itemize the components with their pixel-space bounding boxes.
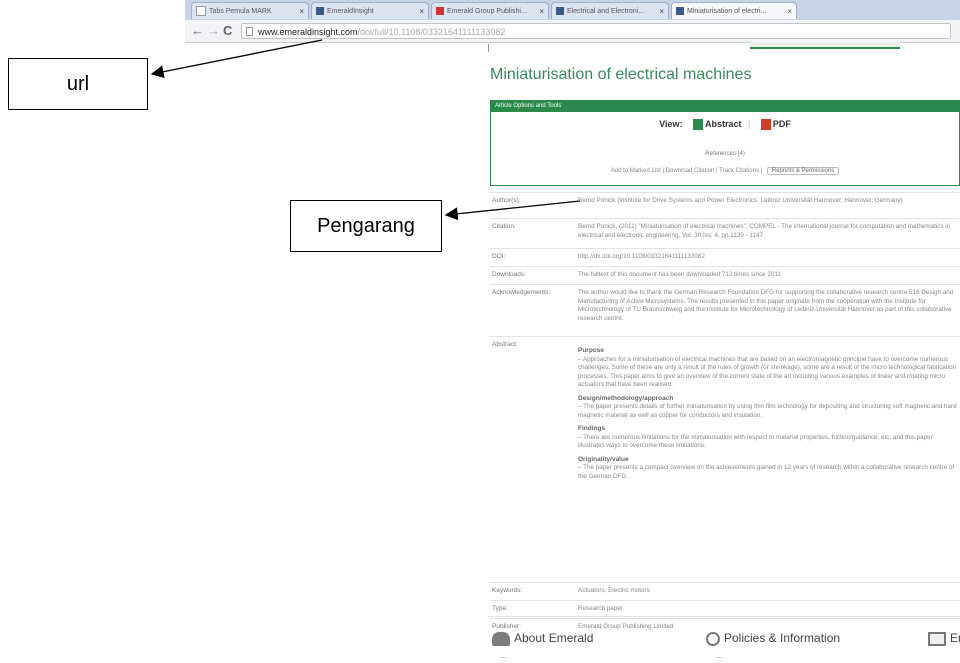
ack-label: Acknowledgements: [492,289,551,296]
row-author: Author(s): Bernd Ponick (Institute for D… [490,192,960,219]
findings-heading: Findings [578,425,606,432]
people-icon [492,631,510,646]
originality-heading: Originality/value [578,455,629,463]
article-title: Miniaturisation of electrical machines [490,66,752,83]
abstract-icon [692,119,703,131]
footer-third[interactable]: En [928,631,960,646]
pdf-icon [760,119,771,131]
citation-label: Citation: [492,223,516,230]
originality-text: – The paper presents a compact overview … [578,464,955,480]
nav-strip [750,42,900,49]
footer-sub-1: — [500,655,506,661]
footer-sub-2: — [716,655,722,661]
purpose-text: – Approaches for a miniaturisation of el… [578,355,957,389]
citation-value: Bernd Ponick, (2011) "Miniaturisation of… [578,223,951,239]
row-abstract: Abstract: Purpose – Approaches for a min… [490,336,960,565]
pdf-link[interactable]: PDF [773,119,791,129]
page-footer: About Emerald Policies & Information En … [488,616,960,663]
options-header: Article Options and Tools [491,101,959,112]
findings-text: – There are numerous limitations for the… [578,433,933,450]
footer-about[interactable]: About Emerald [492,631,593,646]
footer-policies[interactable]: Policies & Information [706,631,840,646]
info-icon [706,631,720,646]
row-doi: DOI: http://dx.doi.org/10.1108/033216411… [490,248,960,267]
abstract-findings: Findings – There are numerous limitation… [578,425,958,451]
downloads-label: Downloads: [492,271,526,278]
view-label: View: [659,119,683,129]
abstract-design: Design/methodology/approach – The paper … [578,395,958,421]
keywords-label: Keywords: [492,587,523,594]
doi-link[interactable]: http://dx.doi.org/10.1108/03321641111133… [578,253,958,262]
author-label: Author(s): [492,197,521,204]
tools-row: Add to Marked List | Download Citation |… [491,167,959,175]
doi-label: DOI: [492,253,506,260]
divider [488,44,489,52]
type-value: Research paper [578,605,623,612]
abstract-originality: Originality/value – The paper presents a… [578,456,958,482]
type-label: Type: [492,605,508,612]
reprints-label: Reprints & Permissions [771,168,835,174]
article-options-box: Article Options and Tools View: Abstract… [490,100,960,186]
abstract-label: Abstract: [492,341,518,348]
row-keywords: Keywords: Actuators, Electric motors [490,582,960,601]
footer-policies-label: Policies & Information [724,631,841,645]
purpose-heading: Purpose [578,347,605,354]
design-heading: Design/methodology/approach [578,394,674,402]
references-link[interactable]: References (4) [491,151,959,157]
abstract-purpose: Purpose – Approaches for a miniaturisati… [578,347,958,390]
row-acknowledgements: Acknowledgements: The author would like … [490,284,960,337]
footer-about-label: About Emerald [514,631,594,645]
row-citation: Citation: Bernd Ponick, (2011) "Miniatur… [490,218,960,249]
tools-links[interactable]: Add to Marked List | Download Citation |… [611,168,762,174]
reprints-button[interactable]: Reprints & Permissions [766,167,840,175]
abstract-link[interactable]: Abstract [705,119,742,129]
view-row: View: Abstract | PDF [659,119,791,131]
design-text: – The paper presents details of further … [578,403,957,419]
article-page: Miniaturisation of electrical machines A… [488,42,960,662]
ack-value: The author would like to thank the Germa… [578,289,954,322]
author-value[interactable]: Bernd Ponick (Institute for Drive System… [578,197,958,206]
row-downloads: Downloads: The fulltext of this document… [490,266,960,285]
downloads-value: The fulltext of this document has been d… [578,271,781,278]
screen-icon [928,631,946,646]
footer-third-label: En [950,631,960,645]
url-arrow [150,39,323,79]
abstract-body: Purpose – Approaches for a miniaturisati… [578,347,958,486]
keywords-value[interactable]: Actuators, Electric motors [578,587,958,596]
